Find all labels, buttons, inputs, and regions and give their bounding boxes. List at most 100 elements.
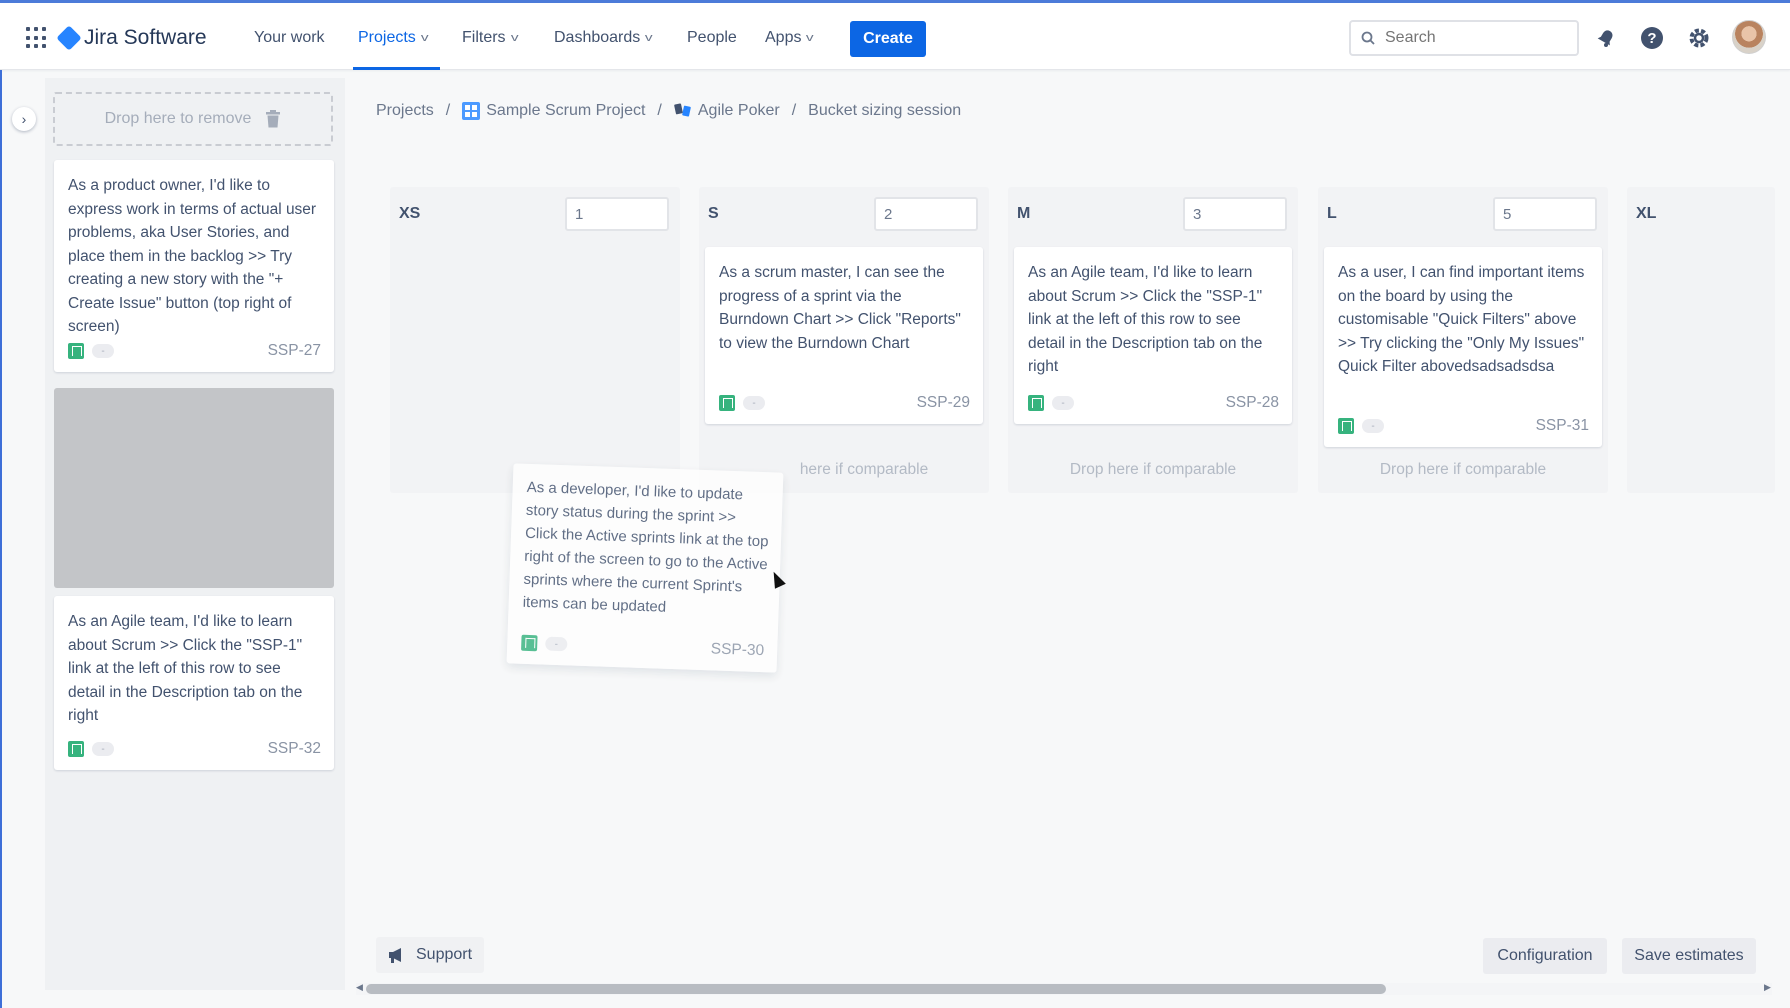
estimate-badge: - <box>1052 396 1074 410</box>
scroll-right-icon[interactable]: ▶ <box>1764 982 1771 993</box>
breadcrumb-separator: / <box>445 102 451 119</box>
breadcrumb-separator: / <box>657 102 662 119</box>
issue-key[interactable]: SSP-27 <box>268 342 321 360</box>
breadcrumb-projects[interactable]: Projects <box>376 102 434 120</box>
app-switcher-icon[interactable] <box>26 27 48 49</box>
breadcrumb-current: Bucket sizing session <box>808 102 962 119</box>
bucket-label: XL <box>1636 205 1657 222</box>
save-estimates-button[interactable]: Save estimates <box>1622 938 1756 974</box>
story-icon <box>521 634 538 652</box>
scrollbar-thumb[interactable] <box>366 984 1386 994</box>
story-icon <box>68 343 84 359</box>
bucket-xl[interactable]: XL <box>1627 187 1775 493</box>
breadcrumb-agile-poker-label: Agile Poker <box>697 102 780 120</box>
megaphone-icon <box>389 948 401 963</box>
bucket-s[interactable]: S As a scrum master, I can see the progr… <box>699 187 989 493</box>
bucket-xs[interactable]: XS <box>390 187 680 493</box>
nav-your-work-label: Your work <box>254 29 325 46</box>
user-avatar[interactable] <box>1732 20 1766 54</box>
nav-your-work[interactable]: Your work <box>254 25 325 51</box>
chevron-down-icon: v <box>806 32 815 44</box>
chevron-down-icon: v <box>420 32 429 44</box>
project-icon <box>462 101 481 120</box>
breadcrumb-project[interactable]: Sample Scrum Project <box>462 101 646 120</box>
bucket-l[interactable]: L As a user, I can find important items … <box>1318 187 1608 493</box>
help-icon[interactable]: ? <box>1639 25 1665 51</box>
top-navigation: Jira Software Your work Projects v Filte… <box>0 0 1790 70</box>
chevron-down-icon: v <box>510 32 519 44</box>
jira-logo[interactable]: Jira Software <box>56 23 207 53</box>
support-label: Support <box>416 946 473 963</box>
estimate-badge: - <box>545 636 568 652</box>
card-footer: - SSP-27 <box>68 342 321 360</box>
drop-here-hint: Drop here if comparable <box>1379 461 1547 478</box>
create-button[interactable]: Create <box>850 21 926 57</box>
drop-to-remove-zone[interactable]: Drop here to remove <box>53 92 333 146</box>
drop-remove-label: Drop here to remove <box>104 110 252 127</box>
product-name: Jira Software <box>84 26 207 49</box>
svg-text:?: ? <box>1647 30 1656 47</box>
chevron-right-icon: › <box>21 111 27 127</box>
trash-icon <box>266 110 281 128</box>
bucket-value-input[interactable] <box>565 197 669 231</box>
estimate-badge: - <box>92 344 114 358</box>
issue-key[interactable]: SSP-31 <box>1536 417 1589 435</box>
drag-placeholder <box>54 388 334 588</box>
card-summary: As an Agile team, I'd like to learn abou… <box>1028 264 1263 375</box>
configuration-button[interactable]: Configuration <box>1483 938 1607 974</box>
notifications-icon[interactable] <box>1593 25 1619 51</box>
card-footer: - SSP-30 <box>521 634 764 660</box>
left-edge-strip <box>0 70 2 1008</box>
card-summary: As a developer, I'd like to update story… <box>522 478 769 616</box>
expand-sidebar-button[interactable]: › <box>12 107 36 131</box>
bucket-value-input[interactable] <box>1183 197 1287 231</box>
card-footer: - SSP-31 <box>1338 417 1589 435</box>
bucket-m[interactable]: M As an Agile team, I'd like to learn ab… <box>1008 187 1298 493</box>
issue-card[interactable]: As an Agile team, I'd like to learn abou… <box>1014 247 1292 424</box>
story-icon <box>719 395 735 411</box>
scroll-left-icon[interactable]: ◀ <box>356 982 363 993</box>
bucket-label: M <box>1017 205 1031 222</box>
estimate-badge: - <box>92 742 114 756</box>
issue-card[interactable]: As a product owner, I'd like to express … <box>54 160 334 372</box>
jira-diamond-icon <box>56 25 82 51</box>
issue-key[interactable]: SSP-30 <box>710 640 765 660</box>
nav-apps-label: Apps <box>765 29 802 46</box>
issue-card[interactable]: As a user, I can find important items on… <box>1324 247 1602 447</box>
card-summary: As a product owner, I'd like to express … <box>68 177 317 335</box>
active-nav-indicator <box>353 67 440 70</box>
card-summary: As a scrum master, I can see the progres… <box>719 264 961 352</box>
breadcrumb-separator: / <box>791 102 797 119</box>
nav-filters-label: Filters <box>462 29 506 46</box>
card-footer: - SSP-32 <box>68 740 321 758</box>
search-box[interactable] <box>1349 20 1579 56</box>
bucket-value-input[interactable] <box>1493 197 1597 231</box>
nav-filters[interactable]: Filters v <box>462 25 519 51</box>
bucket-label: S <box>708 205 719 222</box>
estimate-badge: - <box>743 396 765 410</box>
search-icon <box>1361 31 1375 45</box>
issue-card[interactable]: As an Agile team, I'd like to learn abou… <box>54 596 334 770</box>
story-icon <box>1338 418 1354 434</box>
breadcrumb-agile-poker[interactable]: Agile Poker <box>674 102 780 120</box>
nav-projects-label: Projects <box>358 29 416 46</box>
issue-key[interactable]: SSP-32 <box>268 740 321 758</box>
dragging-issue-card[interactable]: As a developer, I'd like to update story… <box>506 463 784 673</box>
bucket-label: L <box>1327 205 1337 222</box>
estimate-badge: - <box>1362 419 1384 433</box>
settings-gear-icon[interactable] <box>1686 25 1712 51</box>
bucket-value-input[interactable] <box>874 197 978 231</box>
nav-projects[interactable]: Projects v <box>358 25 429 51</box>
breadcrumb-project-label: Sample Scrum Project <box>486 102 646 120</box>
support-button[interactable]: Support <box>376 937 484 973</box>
issue-key[interactable]: SSP-29 <box>917 394 970 412</box>
nav-dashboards-label: Dashboards <box>554 29 641 46</box>
issue-key[interactable]: SSP-28 <box>1226 394 1279 412</box>
search-input[interactable] <box>1385 29 1555 47</box>
issue-card[interactable]: As a scrum master, I can see the progres… <box>705 247 983 424</box>
nav-dashboards[interactable]: Dashboards v <box>554 25 653 51</box>
nav-apps[interactable]: Apps v <box>765 25 815 51</box>
chevron-down-icon: v <box>645 32 653 44</box>
breadcrumb: Projects / Sample Scrum Project / Agile … <box>376 98 961 124</box>
nav-people[interactable]: People <box>687 25 737 51</box>
